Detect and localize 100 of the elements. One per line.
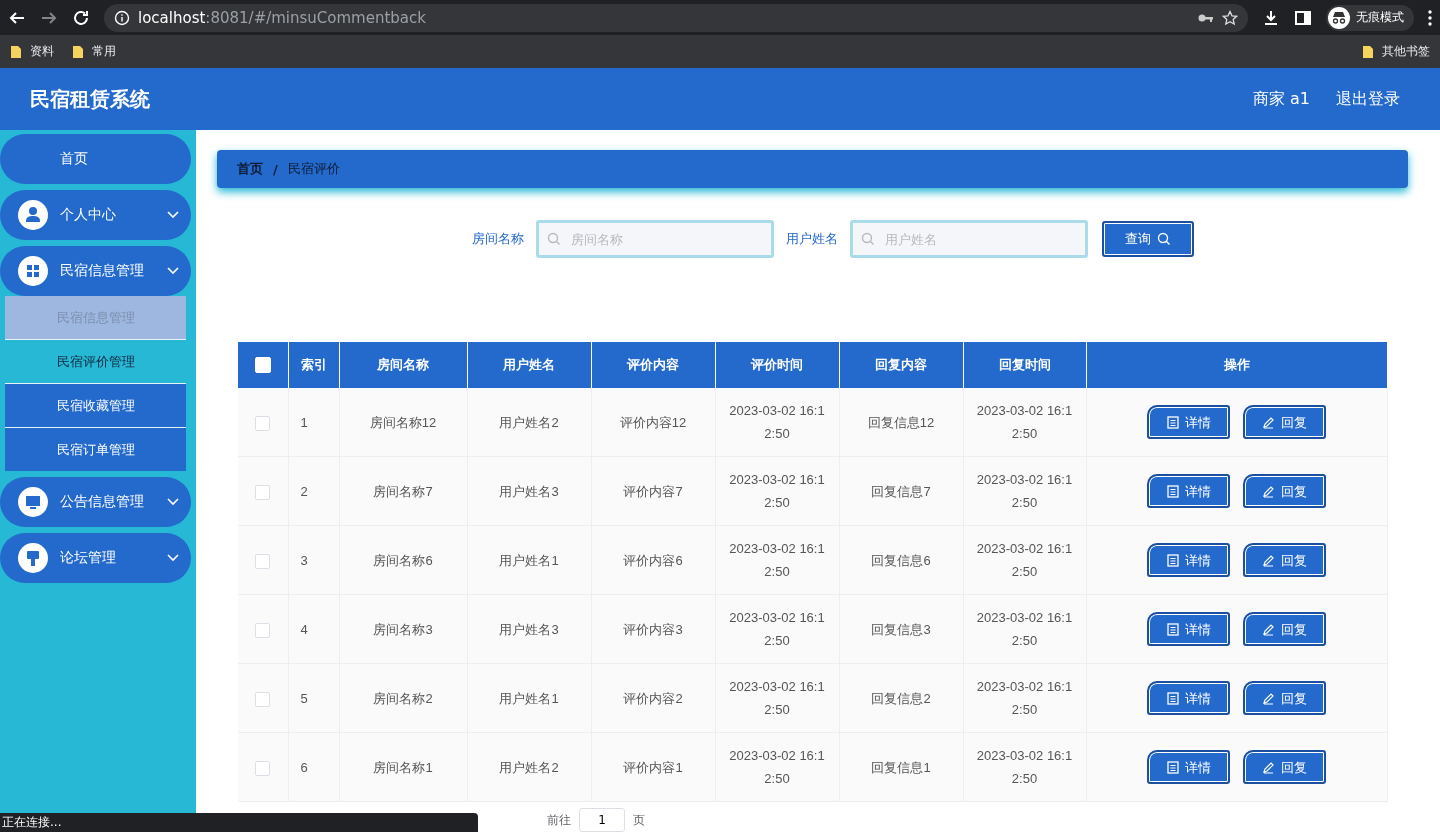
column-header: 回复内容: [839, 342, 963, 388]
table-cell: 回复信息1: [839, 732, 963, 802]
reply-button[interactable]: 回复: [1243, 543, 1327, 577]
key-icon[interactable]: [1198, 12, 1214, 23]
column-header: 用户姓名: [467, 342, 591, 388]
download-icon[interactable]: [1262, 8, 1280, 27]
search-icon: [860, 232, 875, 246]
bookmark[interactable]: 资料: [10, 43, 54, 60]
table-cell: 回复信息7: [839, 456, 963, 526]
table-cell: 2023-03-02 16:12:50: [963, 525, 1086, 595]
table-cell: 房间名称1: [339, 732, 467, 802]
table-cell: 2023-03-02 16:12:50: [715, 732, 839, 802]
submenu-item[interactable]: 民宿订单管理: [5, 428, 186, 471]
breadcrumb-link[interactable]: 首页: [237, 160, 263, 178]
document-icon: [1166, 760, 1179, 774]
table-cell: 2023-03-02 16:12:50: [715, 594, 839, 664]
table-cell: 5: [288, 663, 339, 733]
table-cell: 回复信息6: [839, 525, 963, 595]
person-icon: [18, 200, 48, 230]
row-checkbox[interactable]: [255, 415, 271, 431]
table-cell: 2023-03-02 16:12:50: [715, 663, 839, 733]
table-cell: 2023-03-02 16:12:50: [715, 456, 839, 526]
brush-icon: [18, 543, 48, 573]
page-unit: 页: [633, 811, 645, 829]
chevron-down-icon: [167, 498, 179, 506]
chevron-down-icon: [167, 267, 179, 275]
more-icon[interactable]: [1428, 9, 1432, 26]
other-bookmarks[interactable]: 其他书签: [1362, 43, 1430, 60]
folder-icon: [10, 44, 22, 59]
details-button[interactable]: 详情: [1147, 612, 1231, 646]
chevron-down-icon: [167, 554, 179, 562]
star-icon[interactable]: [1222, 9, 1238, 26]
select-all-checkbox[interactable]: [254, 357, 271, 374]
column-header: 回复时间: [963, 342, 1086, 388]
reply-button[interactable]: 回复: [1243, 474, 1327, 508]
table-cell: 评价内容1: [591, 732, 715, 802]
table-cell: 2: [288, 456, 339, 526]
side-panel-icon[interactable]: [1294, 8, 1312, 27]
reload-icon[interactable]: [72, 8, 90, 27]
row-checkbox[interactable]: [255, 760, 271, 776]
details-button[interactable]: 详情: [1147, 543, 1231, 577]
incognito-badge[interactable]: 无痕模式: [1326, 4, 1414, 31]
reply-button[interactable]: 回复: [1243, 405, 1327, 439]
column-header: 评价内容: [591, 342, 715, 388]
breadcrumb-current: 民宿评价: [287, 160, 340, 178]
table-cell: 用户姓名3: [467, 456, 591, 526]
search-icon: [1156, 232, 1171, 246]
grid-icon: [18, 256, 48, 286]
reply-button[interactable]: 回复: [1243, 681, 1327, 715]
details-button[interactable]: 详情: [1147, 750, 1231, 784]
bookmark[interactable]: 常用: [72, 43, 116, 60]
details-button[interactable]: 详情: [1147, 474, 1231, 508]
address-bar[interactable]: localhost:8081/#/minsuCommentback: [104, 3, 1248, 32]
search-button[interactable]: 查询: [1101, 221, 1194, 257]
table-cell: 3: [288, 525, 339, 595]
chevron-down-icon: [167, 211, 179, 219]
submenu-item[interactable]: 民宿收藏管理: [5, 384, 186, 427]
document-icon: [1166, 622, 1179, 636]
details-button[interactable]: 详情: [1147, 405, 1231, 439]
row-checkbox[interactable]: [255, 553, 271, 569]
table-cell: 2023-03-02 16:12:50: [715, 388, 839, 457]
incognito-icon: [1328, 6, 1350, 29]
table-cell: 2023-03-02 16:12:50: [963, 594, 1086, 664]
table-cell: 房间名称7: [339, 456, 467, 526]
pencil-icon: [1262, 415, 1276, 429]
status-bar: 正在连接...: [0, 813, 478, 832]
table-cell: 用户姓名2: [467, 732, 591, 802]
page-input[interactable]: 1: [579, 808, 625, 832]
search-field[interactable]: 房间名称: [535, 220, 774, 258]
table-cell: 1: [288, 388, 339, 457]
table-cell: 回复信息12: [839, 388, 963, 457]
menu-item[interactable]: 论坛管理: [0, 533, 191, 583]
table-cell: 评价内容2: [591, 663, 715, 733]
document-icon: [1166, 484, 1179, 498]
table-cell: 2023-03-02 16:12:50: [963, 732, 1086, 802]
user-name: 商家 a1: [1252, 88, 1310, 110]
menu-item[interactable]: 民宿信息管理: [0, 246, 191, 296]
table-cell: 2023-03-02 16:12:50: [963, 456, 1086, 526]
table-cell: 2023-03-02 16:12:50: [963, 388, 1086, 457]
logout-link[interactable]: 退出登录: [1336, 88, 1400, 110]
app-title: 民宿租赁系统: [30, 85, 150, 113]
menu-item[interactable]: 公告信息管理: [0, 477, 191, 527]
table-cell: 用户姓名2: [467, 388, 591, 457]
field-label: 房间名称: [471, 230, 524, 248]
menu-item[interactable]: 首页: [0, 134, 191, 184]
table-cell: 2023-03-02 16:12:50: [715, 525, 839, 595]
pencil-icon: [1262, 553, 1276, 567]
submenu-item[interactable]: 民宿评价管理: [5, 340, 186, 383]
column-header: 评价时间: [715, 342, 839, 388]
column-header: 索引: [288, 342, 339, 388]
search-field[interactable]: 用户姓名: [849, 220, 1088, 258]
menu-item[interactable]: 个人中心: [0, 190, 191, 240]
reply-button[interactable]: 回复: [1243, 612, 1327, 646]
document-icon: [1166, 553, 1179, 567]
column-header: 房间名称: [339, 342, 467, 388]
row-checkbox[interactable]: [255, 484, 271, 500]
details-button[interactable]: 详情: [1147, 681, 1231, 715]
reply-button[interactable]: 回复: [1243, 750, 1327, 784]
row-checkbox[interactable]: [255, 622, 271, 638]
row-checkbox[interactable]: [255, 691, 271, 707]
